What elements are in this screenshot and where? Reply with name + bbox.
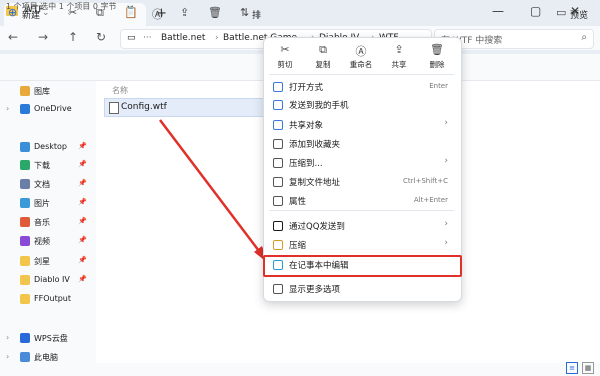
quick-delete-label: 删除 [429,60,445,69]
menu-item-8[interactable]: 通过QQ发送到 › [267,217,456,235]
quick-delete-button[interactable]: 🗑 删除 [419,41,455,73]
copy-path-icon [273,177,283,187]
quick-cut-label: 剪切 [277,60,293,69]
menu-item-label: 压缩到... [289,159,323,169]
menu-item-2[interactable]: 发送到我的手机 [267,96,456,114]
quick-copy-label: 复制 [315,60,331,69]
menu-item-7[interactable]: 属性 Alt+Enter [267,192,456,210]
quick-rename-label: 重命名 [349,60,373,69]
submenu-chevron-icon: › [444,238,448,248]
menu-item-label: 显示更多选项 [289,285,341,295]
quick-share-label: 共享 [391,60,407,69]
archive-icon [273,240,283,250]
menu-item-1[interactable]: 打开方式 Enter [267,78,456,96]
quick-copy-button[interactable]: ⧉ 复制 [305,41,341,73]
menu-item-5[interactable]: 压缩到... › [267,154,456,172]
menu-item-label: 通过QQ发送到 [289,222,345,232]
submenu-chevron-icon: › [444,156,448,166]
menu-divider [269,210,454,211]
open-with-icon [273,82,283,92]
share-icon [273,120,283,130]
submenu-chevron-icon: › [444,219,448,229]
rename-icon: Ⓐ [355,45,367,58]
cut-icon: ✂ [280,43,290,56]
share-icon: ⇪ [394,43,404,56]
quick-rename-button[interactable]: Ⓐ 重命名 [343,41,379,73]
menu-item-label: 属性 [289,197,307,207]
delete-icon: 🗑 [430,43,444,56]
submenu-chevron-icon: › [444,118,448,128]
more-options-icon [273,284,283,294]
menu-item-3[interactable]: 共享对象 › [267,116,456,134]
phone-icon [273,100,283,110]
star-icon [273,139,283,149]
menu-item-shortcut: Enter [429,82,448,90]
menu-item-6[interactable]: 复制文件地址 Ctrl+Shift+C [267,173,456,191]
qq-icon [273,221,283,231]
menu-item-label: 打开方式 [289,83,324,93]
quick-share-button[interactable]: ⇪ 共享 [381,41,417,73]
compress-icon [273,158,283,168]
menu-item-9[interactable]: 压缩 › [267,236,456,254]
menu-item-shortcut: Alt+Enter [413,196,448,204]
menu-item-label: 发送到我的手机 [289,101,349,111]
menu-divider [269,74,454,75]
highlight-box [263,255,462,277]
menu-item-label: 共享对象 [289,121,324,131]
menu-item-label: 复制文件地址 [289,178,341,188]
menu-item-label: 添加到收藏夹 [289,140,341,150]
menu-item-label: 压缩 [289,241,307,251]
copy-icon: ⧉ [319,43,327,56]
properties-icon [273,196,283,206]
menu-item-shortcut: Ctrl+Shift+C [403,177,448,185]
menu-item-11[interactable]: 显示更多选项 [267,280,456,298]
menu-item-4[interactable]: 添加到收藏夹 [267,135,456,153]
quick-cut-button[interactable]: ✂ 剪切 [267,41,303,73]
